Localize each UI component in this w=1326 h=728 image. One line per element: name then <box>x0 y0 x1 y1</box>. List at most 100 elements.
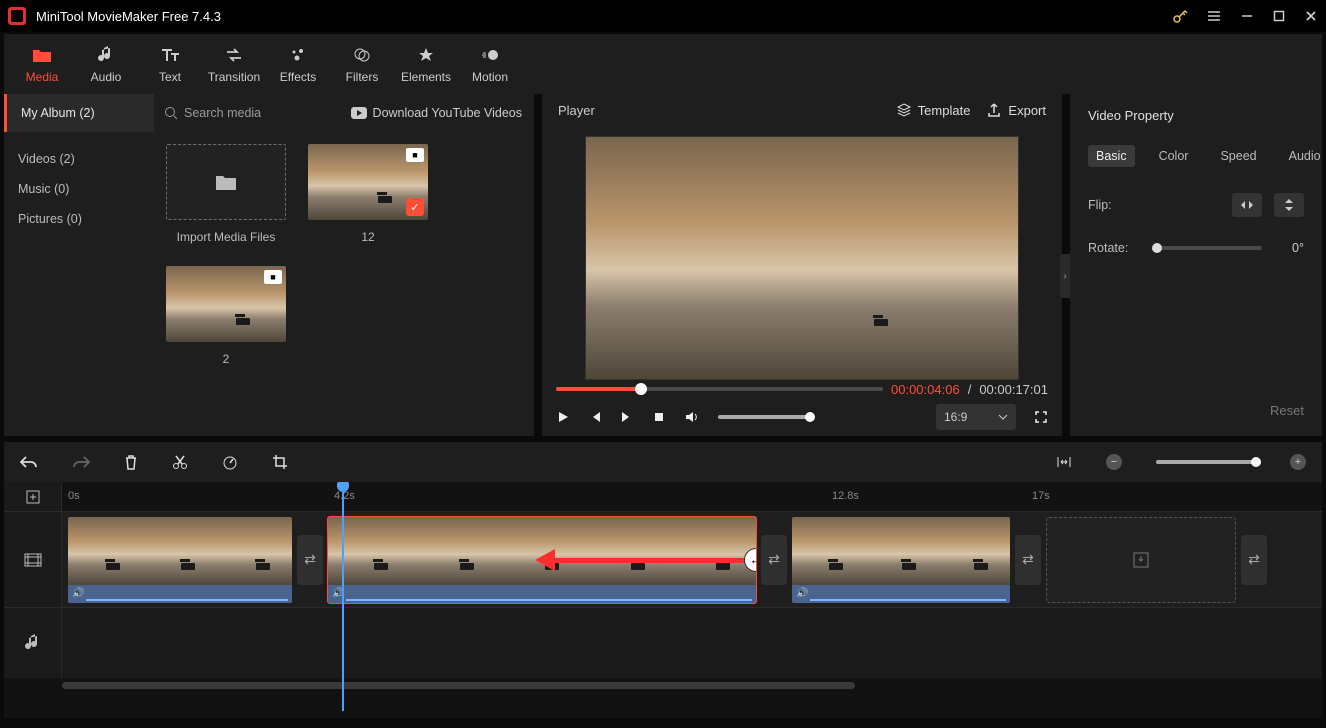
timeline-clip-selected[interactable]: 8.6s 🔊 ↔ <box>328 517 756 603</box>
chevron-down-icon <box>998 414 1008 420</box>
stop-button[interactable] <box>652 410 666 424</box>
timeline-scrollbar[interactable] <box>4 678 1322 692</box>
video-badge-icon: ■ <box>264 270 282 284</box>
transition-slot[interactable]: ⇄ <box>1241 535 1267 585</box>
music-icon <box>74 44 138 66</box>
reset-button[interactable]: Reset <box>1270 403 1304 418</box>
tab-label: Elements <box>394 70 458 84</box>
prop-tab-audio[interactable]: Audio <box>1281 145 1326 167</box>
scrollbar-thumb[interactable] <box>62 682 855 689</box>
tab-label: Media <box>10 70 74 84</box>
fit-button[interactable] <box>1056 455 1072 469</box>
text-icon <box>138 44 202 66</box>
video-track-icon <box>4 512 62 607</box>
transition-slot[interactable]: ⇄ <box>1015 535 1041 585</box>
search-icon <box>164 106 178 120</box>
thumb-caption: 12 <box>308 230 428 244</box>
media-panel: My Album (2) Search media Download YouTu… <box>4 94 534 436</box>
next-frame-button[interactable] <box>620 410 634 424</box>
tab-motion[interactable]: Motion <box>458 44 522 84</box>
template-button[interactable]: Template <box>896 102 971 118</box>
add-track-button[interactable] <box>4 482 62 511</box>
tab-text[interactable]: Text <box>138 44 202 84</box>
category-music[interactable]: Music (0) <box>4 174 154 204</box>
maximize-button[interactable] <box>1272 9 1286 23</box>
zoom-slider[interactable] <box>1156 460 1256 464</box>
prop-tab-speed[interactable]: Speed <box>1212 145 1264 167</box>
playhead[interactable] <box>342 482 344 711</box>
zoom-in-button[interactable]: + <box>1290 454 1306 470</box>
tab-transition[interactable]: Transition <box>202 44 266 84</box>
time-separator: / <box>968 382 972 397</box>
split-button[interactable] <box>172 454 188 470</box>
media-thumb[interactable]: ■ ✓ <box>308 144 428 220</box>
tab-audio[interactable]: Audio <box>74 44 138 84</box>
transition-slot[interactable]: ⇄ <box>761 535 787 585</box>
tab-effects[interactable]: Effects <box>266 44 330 84</box>
timeline-ruler[interactable]: 0s 4.2s 12.8s 17s <box>62 482 1322 511</box>
rotate-slider[interactable] <box>1152 246 1262 250</box>
search-placeholder: Search media <box>184 106 261 120</box>
tab-media[interactable]: Media <box>10 44 74 84</box>
prop-tab-basic[interactable]: Basic <box>1088 145 1135 167</box>
license-key-icon[interactable] <box>1172 8 1188 24</box>
expand-properties-button[interactable]: › <box>1060 254 1070 298</box>
close-button[interactable] <box>1304 9 1318 23</box>
swap-icon <box>202 44 266 66</box>
property-panel: › Video Property Basic Color Speed Audio… <box>1070 94 1322 436</box>
flip-horizontal-button[interactable] <box>1232 193 1262 217</box>
sparkle-icon <box>266 44 330 66</box>
tab-filters[interactable]: Filters <box>330 44 394 84</box>
zoom-out-button[interactable]: − <box>1106 454 1122 470</box>
zoom-thumb[interactable] <box>1251 457 1261 467</box>
import-media-button[interactable] <box>166 144 286 220</box>
export-button[interactable]: Export <box>986 102 1046 118</box>
tab-label: Audio <box>74 70 138 84</box>
time-current: 00:00:04:06 <box>891 382 960 397</box>
category-list: Videos (2) Music (0) Pictures (0) <box>4 132 154 436</box>
video-preview[interactable] <box>585 136 1019 380</box>
speaker-icon: 🔊 <box>72 588 84 599</box>
rotate-thumb[interactable] <box>1152 243 1162 253</box>
video-track: 🔊 ⇄ 8.6s 🔊 ↔ ⇄ 🔊 ⇄ ⇄ <box>4 512 1322 608</box>
minimize-button[interactable] <box>1240 9 1254 23</box>
aspect-select[interactable]: 16:9 <box>936 404 1016 430</box>
flip-vertical-button[interactable] <box>1274 193 1304 217</box>
crop-button[interactable] <box>272 454 288 470</box>
tab-elements[interactable]: Elements <box>394 44 458 84</box>
download-youtube-link[interactable]: Download YouTube Videos <box>351 106 534 120</box>
play-button[interactable] <box>556 410 570 424</box>
volume-slider[interactable] <box>718 415 810 419</box>
player-panel: Player Template Export 00:00:04:06 / 00:… <box>542 94 1062 436</box>
ruler-tick: 17s <box>1032 490 1050 502</box>
drop-clip-slot[interactable] <box>1046 517 1236 603</box>
top-tabs: Media Audio Text Transition Effects Filt… <box>4 34 1322 94</box>
undo-button[interactable] <box>20 455 38 469</box>
time-total: 00:00:17:01 <box>979 382 1048 397</box>
volume-icon[interactable] <box>684 410 700 424</box>
media-thumb[interactable]: ■ <box>166 266 286 342</box>
redo-button[interactable] <box>72 455 90 469</box>
transition-slot[interactable]: ⇄ <box>297 535 323 585</box>
category-pictures[interactable]: Pictures (0) <box>4 204 154 234</box>
menu-icon[interactable] <box>1206 8 1222 24</box>
speed-button[interactable] <box>222 454 238 470</box>
audio-track-body[interactable] <box>62 608 1322 678</box>
player-title: Player <box>558 103 880 118</box>
album-tab[interactable]: My Album (2) <box>4 94 154 132</box>
folder-icon <box>10 44 74 66</box>
prev-frame-button[interactable] <box>588 410 602 424</box>
seek-thumb[interactable] <box>635 383 647 395</box>
volume-thumb[interactable] <box>805 412 815 422</box>
thumbnail-grid: Import Media Files ■ ✓ 12 ■ 2 <box>154 132 534 436</box>
fullscreen-button[interactable] <box>1034 410 1048 424</box>
timeline-clip[interactable]: 🔊 <box>68 517 292 603</box>
category-videos[interactable]: Videos (2) <box>4 144 154 174</box>
tab-label: Motion <box>458 70 522 84</box>
search-input[interactable]: Search media <box>154 106 351 120</box>
prop-tab-color[interactable]: Color <box>1151 145 1197 167</box>
seek-slider[interactable] <box>556 387 883 391</box>
delete-button[interactable] <box>124 454 138 470</box>
timeline-clip[interactable]: 🔊 <box>792 517 1010 603</box>
thumb-caption: 2 <box>166 352 286 366</box>
